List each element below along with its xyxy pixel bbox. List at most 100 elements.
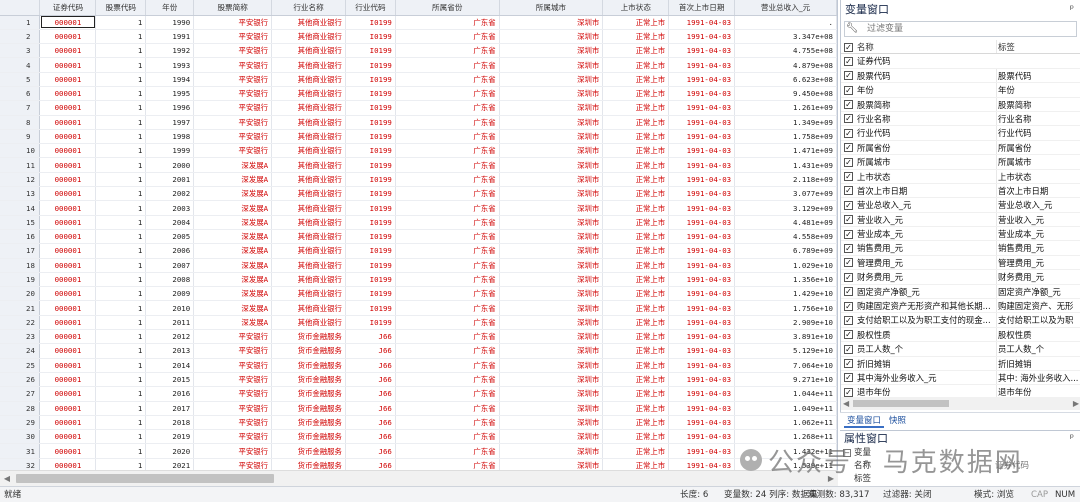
table-cell[interactable]: 1 — [95, 315, 147, 331]
variable-row[interactable]: ✓ 行业名称 行业名称 — [841, 111, 1080, 127]
table-cell[interactable]: . — [734, 15, 837, 30]
table-cell[interactable]: 深圳市 — [499, 315, 604, 331]
tab-snapshots[interactable]: 快照 — [886, 414, 909, 428]
table-cell[interactable]: 1991-04-03 — [668, 72, 736, 87]
table-cell[interactable]: 1991-04-03 — [668, 343, 736, 359]
table-row[interactable]: 16 000001 1 2005 深发展A 其他商业银行 I0199 广东省 深圳市 正常上市 19… — [0, 229, 837, 245]
table-cell[interactable]: 深圳市 — [499, 458, 604, 470]
column-header[interactable]: 股票代码 — [95, 0, 147, 16]
table-cell[interactable]: 1991-04-03 — [668, 429, 736, 445]
table-row[interactable]: 29 000001 1 2018 平安银行 货币金融服务 J66 广东省 深圳市 正常上市 1991… — [0, 415, 837, 431]
table-cell[interactable]: 货币金融服务 — [271, 329, 346, 345]
table-row[interactable]: 14 000001 1 2003 深发展A 其他商业银行 I0199 广东省 深圳市 正常上市 19… — [0, 200, 837, 216]
table-cell[interactable]: 1 — [95, 300, 147, 316]
table-cell[interactable]: 000001 — [39, 200, 97, 216]
variable-checkbox[interactable]: ✓ — [844, 330, 853, 340]
variable-row[interactable]: ✓ 员工人数_个 员工人数_个 — [841, 342, 1080, 357]
table-cell[interactable]: 深发展A — [193, 286, 273, 302]
variable-row[interactable]: ✓ 财务费用_元 财务费用_元 — [841, 270, 1080, 285]
table-cell[interactable]: 广东省 — [395, 215, 500, 230]
table-cell[interactable]: 1 — [95, 57, 147, 73]
row-number[interactable]: 28 — [0, 401, 41, 416]
scroll-right-icon[interactable]: ▶ — [824, 471, 838, 486]
table-cell[interactable]: 000001 — [39, 43, 97, 59]
table-cell[interactable]: 1 — [95, 143, 147, 159]
variable-list-scrollbar[interactable]: ◀ ▶ — [841, 397, 1080, 410]
table-cell[interactable]: 平安银行 — [193, 72, 273, 87]
variable-row[interactable]: ✓ 行业代码 行业代码 — [841, 126, 1080, 141]
table-cell[interactable]: 000001 — [39, 372, 97, 388]
table-cell[interactable]: 2016 — [145, 386, 195, 402]
table-row[interactable]: 30 000001 1 2019 平安银行 货币金融服务 J66 广东省 深圳市 正常上市 1991… — [0, 429, 837, 445]
row-number[interactable]: 2 — [0, 29, 41, 45]
checkbox-all[interactable]: ✓ — [844, 42, 853, 52]
table-cell[interactable]: 1 — [95, 258, 147, 273]
row-number[interactable]: 7 — [0, 100, 41, 116]
collapse-icon[interactable]: − — [843, 449, 851, 457]
table-cell[interactable]: 深圳市 — [499, 200, 604, 216]
table-row[interactable]: 17 000001 1 2006 深发展A 其他商业银行 I0199 广东省 深圳市 正常上市 19… — [0, 243, 837, 259]
variable-checkbox[interactable]: ✓ — [844, 200, 853, 210]
scroll-left-icon[interactable]: ◀ — [0, 471, 14, 486]
table-cell[interactable]: 000001 — [39, 143, 97, 159]
table-cell[interactable]: 平安银行 — [193, 429, 273, 445]
table-row[interactable]: 31 000001 1 2020 平安银行 货币金融服务 J66 广东省 深圳市 正常上市 1991… — [0, 443, 837, 459]
variable-row[interactable]: ✓ 销售费用_元 销售费用_元 — [841, 241, 1080, 256]
table-cell[interactable]: 1995 — [145, 86, 195, 102]
variable-checkbox[interactable]: ✓ — [844, 186, 853, 196]
variable-row[interactable]: ✓ 营业总收入_元 营业总收入_元 — [841, 198, 1080, 213]
table-cell[interactable]: 1 — [95, 129, 147, 145]
table-cell[interactable]: 正常上市 — [602, 15, 670, 30]
table-cell[interactable]: 广东省 — [395, 143, 500, 159]
row-number[interactable]: 27 — [0, 386, 41, 402]
table-row[interactable]: 24 000001 1 2013 平安银行 货币金融服务 J66 广东省 深圳市 正常上市 1991… — [0, 343, 837, 359]
column-header[interactable]: 年份 — [145, 0, 195, 16]
horizontal-scrollbar[interactable]: ◀ ▶ — [0, 470, 838, 486]
variable-checkbox[interactable]: ✓ — [844, 157, 853, 167]
table-cell[interactable]: 平安银行 — [193, 86, 273, 102]
table-cell[interactable]: I0199 — [345, 29, 396, 45]
table-cell[interactable]: 深圳市 — [499, 15, 604, 30]
table-cell[interactable]: 1.429e+10 — [734, 286, 837, 302]
table-cell[interactable]: I0199 — [345, 315, 396, 331]
table-cell[interactable]: 正常上市 — [602, 386, 670, 402]
table-cell[interactable]: 平安银行 — [193, 443, 273, 459]
table-cell[interactable]: 1.758e+09 — [734, 129, 837, 145]
table-cell[interactable]: 正常上市 — [602, 272, 670, 288]
table-cell[interactable]: 其他商业银行 — [271, 57, 346, 73]
table-cell[interactable]: 1991-04-03 — [668, 272, 736, 288]
table-cell[interactable]: 广东省 — [395, 415, 500, 431]
table-cell[interactable]: 000001 — [39, 286, 97, 302]
table-cell[interactable]: 深圳市 — [499, 300, 604, 316]
table-cell[interactable]: 2013 — [145, 343, 195, 359]
table-cell[interactable]: 2004 — [145, 215, 195, 230]
scroll-left-icon[interactable]: ◀ — [843, 397, 849, 410]
column-header[interactable]: 首次上市日期 — [668, 0, 736, 16]
variable-checkbox[interactable]: ✓ — [844, 387, 853, 397]
variable-checkbox[interactable]: ✓ — [844, 71, 853, 81]
table-cell[interactable]: 其他商业银行 — [271, 300, 346, 316]
table-cell[interactable]: 深圳市 — [499, 100, 604, 116]
table-cell[interactable]: 广东省 — [395, 243, 500, 259]
scrollbar-thumb[interactable] — [16, 474, 274, 483]
table-row[interactable]: 32 000001 1 2021 平安银行 货币金融服务 J66 广东省 深圳市 正常上市 1991… — [0, 458, 837, 470]
variable-checkbox[interactable]: ✓ — [844, 243, 853, 253]
table-cell[interactable]: 2.909e+10 — [734, 315, 837, 331]
row-number[interactable]: 19 — [0, 272, 41, 288]
table-cell[interactable]: 2014 — [145, 358, 195, 373]
table-cell[interactable]: 广东省 — [395, 115, 500, 130]
row-number[interactable]: 16 — [0, 229, 41, 245]
table-cell[interactable]: 正常上市 — [602, 215, 670, 230]
table-cell[interactable]: 2010 — [145, 300, 195, 316]
table-cell[interactable]: 000001 — [39, 86, 97, 102]
table-cell[interactable]: 广东省 — [395, 372, 500, 388]
table-cell[interactable]: J66 — [345, 401, 396, 416]
table-row[interactable]: 8 000001 1 1997 平安银行 其他商业银行 I0199 广东省 深圳市 正常上市 199… — [0, 115, 837, 130]
table-cell[interactable]: 正常上市 — [602, 286, 670, 302]
table-cell[interactable]: 2017 — [145, 401, 195, 416]
table-row[interactable]: 27 000001 1 2016 平安银行 货币金融服务 J66 广东省 深圳市 正常上市 1991… — [0, 386, 837, 402]
table-cell[interactable]: 000001 — [39, 15, 97, 30]
row-number[interactable]: 14 — [0, 200, 41, 216]
table-cell[interactable]: 1991-04-03 — [668, 315, 736, 331]
table-cell[interactable]: 其他商业银行 — [271, 215, 346, 230]
